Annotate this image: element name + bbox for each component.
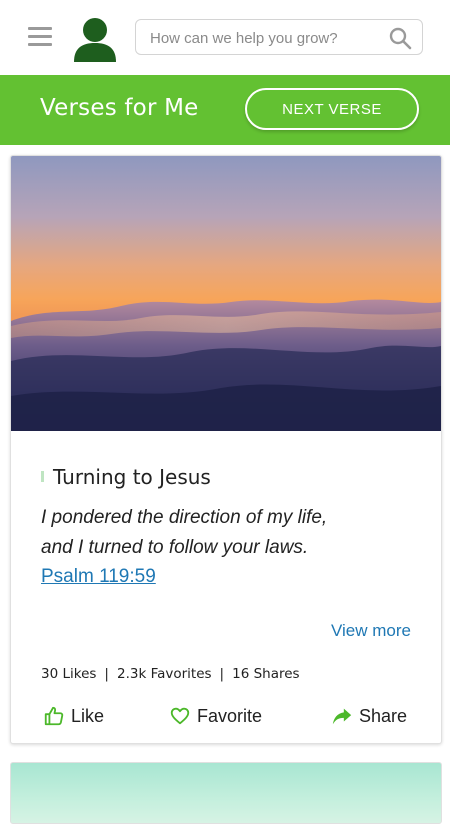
top-bar [0,0,450,75]
shares-count: 16 Shares [232,666,300,682]
favorites-count: 2.3k Favorites [116,666,212,682]
view-more-link[interactable]: View more [331,621,411,641]
verse-text: I pondered the direction of my life, and… [41,503,401,563]
verse-line: and I turned to follow your laws. [41,537,309,558]
sky-clouds-sunset-image [11,156,441,431]
verse-reference-link[interactable]: Psalm 119:59 [41,566,156,588]
share-button[interactable]: Share [331,703,407,729]
share-label: Share [359,705,408,726]
next-verse-card[interactable] [10,762,442,824]
favorite-label: Favorite [197,705,263,726]
like-label: Like [71,705,105,726]
search-input[interactable] [148,20,382,56]
next-verse-button[interactable]: NEXT VERSE [245,88,419,130]
likes-count: 30 Likes [41,666,97,682]
stats-separator: | [219,666,225,682]
verses-banner: Verses for Me NEXT VERSE [0,75,450,145]
verse-title: Turning to Jesus [41,465,211,489]
verse-stats: 30 Likes | 2.3k Favorites | 16 Shares [41,666,300,682]
search-icon[interactable] [388,26,412,50]
page-title: Verses for Me [40,95,199,121]
like-button[interactable]: Like [43,703,104,729]
verse-card: Turning to Jesus I pondered the directio… [10,155,442,744]
verse-line: I pondered the direction of my life, [41,507,328,528]
hamburger-menu-icon[interactable] [28,27,52,47]
sky-image [11,763,441,823]
verse-card-body: Turning to Jesus I pondered the directio… [11,431,441,743]
verse-actions: Like Favorite Share [11,703,441,729]
user-avatar-icon[interactable] [72,16,118,64]
share-arrow-icon [332,708,352,725]
heart-outline-icon [170,707,190,725]
stats-separator: | [104,666,109,682]
search-box[interactable] [135,19,423,56]
favorite-button[interactable]: Favorite [169,703,262,729]
thumbs-up-icon [44,706,64,726]
